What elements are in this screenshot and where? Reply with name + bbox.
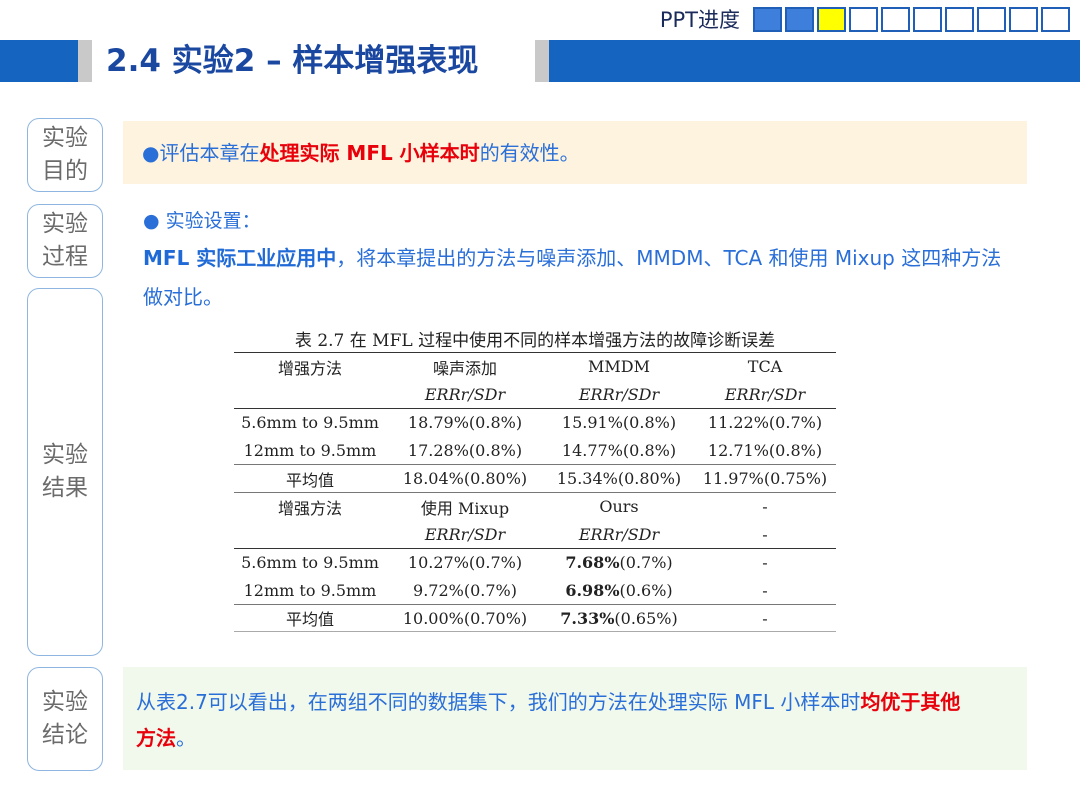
conclusion-text-end: 。	[176, 726, 196, 750]
table-cell-sd: (0.6%)	[619, 580, 673, 600]
table-metric-row: ERRr/SDr ERRr/SDr -	[234, 520, 836, 548]
table-cell: 15.91%(0.8%)	[561, 413, 677, 432]
table-cell: 9.72%(0.7%)	[413, 580, 517, 600]
conclusion-text: 从表2.7可以看出，在两组不同的数据集下，我们的方法在处理实际 MFL 小样本时	[136, 690, 861, 714]
purpose-text-pre: 评估本章在	[159, 141, 260, 165]
table-cell: 18.04%(0.80%)	[402, 469, 528, 488]
progress-box	[977, 6, 1006, 32]
table-cell-best: 6.98%	[565, 580, 620, 600]
table-metric-row: ERRr/SDr ERRr/SDr ERRr/SDr	[234, 380, 836, 408]
table-header-cell: 噪声添加	[432, 358, 497, 378]
table-caption: 表 2.7 在 MFL 过程中使用不同的样本增强方法的故障诊断误差	[294, 331, 776, 351]
table-metric-cell: ERRr/SDr	[424, 524, 506, 544]
table-header-cell: Ours	[599, 497, 639, 516]
conclusion-text-bold: 方法	[136, 726, 176, 750]
table-cell: 5.6mm to 9.5mm	[241, 553, 379, 572]
section-label-results: 实验结果	[27, 288, 103, 656]
table-cell-sd: (0.7%)	[619, 553, 673, 572]
table-row: 12mm to 9.5mm 9.72%(0.7%) 6.98%(0.6%) -	[234, 576, 836, 604]
purpose-text-post: 的有效性。	[479, 141, 580, 165]
table-header-cell: 增强方法	[277, 358, 342, 378]
table-cell: 10.27%(0.7%)	[407, 553, 523, 572]
process-line-bold: MFL 实际工业应用中	[143, 246, 337, 270]
table-cell: 10.00%(0.70%)	[402, 608, 528, 628]
conclusion-text-bold: 均优于其他	[860, 690, 961, 714]
progress-box	[817, 6, 846, 32]
section-label-text: 实验结果	[42, 442, 88, 501]
table-cell: 11.97%(0.75%)	[702, 469, 828, 488]
table-cell: 15.34%(0.80%)	[556, 469, 682, 488]
table-row: 平均值 18.04%(0.80%) 15.34%(0.80%) 11.97%(0…	[234, 464, 836, 492]
table-header-row: 增强方法 使用 Mixup Ours -	[234, 492, 836, 520]
table-metric-cell: ERRr/SDr	[578, 384, 660, 404]
progress-label: PPT进度	[659, 8, 740, 32]
page-title: 2.4 实验2 – 样本增强表现	[106, 43, 479, 79]
table-row: 平均值 10.00%(0.70%) 7.33%(0.65%) -	[234, 604, 836, 632]
progress-box	[785, 6, 814, 32]
section-label-conclusion: 实验结论	[27, 667, 103, 771]
table-cell: 12.71%(0.8%)	[707, 440, 823, 460]
table-cell: -	[762, 553, 768, 572]
progress-box	[849, 6, 878, 32]
progress-box	[1041, 6, 1070, 32]
section-label-text: 实验过程	[42, 211, 88, 270]
table-metric-cell: -	[762, 524, 768, 544]
table-cell-best: 7.33%	[560, 608, 615, 628]
process-line-rest: ，将本章提出的方法与噪声添加、MMDM、TCA 和使用 Mixup 这四种方法	[336, 246, 1002, 270]
table-metric-cell: ERRr/SDr	[424, 384, 506, 404]
section-label-purpose: 实验目的	[27, 118, 103, 192]
table-row: 5.6mm to 9.5mm 10.27%(0.7%) 7.68%(0.7%) …	[234, 548, 836, 576]
table-cell: 平均值	[285, 470, 334, 490]
table-cell: 18.79%(0.8%)	[407, 413, 523, 432]
table-metric-cell: ERRr/SDr	[724, 384, 806, 404]
table-cell: 7.33%(0.65%)	[544, 609, 694, 628]
progress-box	[753, 6, 782, 32]
table-cell: 14.77%(0.8%)	[561, 440, 677, 460]
table-cell: -	[762, 608, 768, 628]
table-cell: 17.28%(0.8%)	[407, 440, 523, 460]
table-header-cell: 使用 Mixup	[420, 498, 510, 518]
section-label-text: 实验结论	[42, 689, 88, 748]
table-header-cell: 增强方法	[277, 498, 342, 518]
table-cell: 5.6mm to 9.5mm	[241, 413, 379, 432]
table-cell: -	[762, 580, 768, 600]
conclusion-panel	[123, 667, 1027, 770]
table-header-cell: TCA	[747, 357, 783, 376]
process-bullet: ● 实验设置：	[143, 210, 261, 232]
table-header-cell: -	[762, 497, 768, 516]
section-label-text: 实验目的	[42, 125, 88, 184]
process-line-2: 做对比。	[143, 285, 223, 309]
table-cell: 平均值	[285, 610, 334, 629]
process-line-1: MFL 实际工业应用中，将本章提出的方法与噪声添加、MMDM、TCA 和使用 M…	[143, 242, 1001, 271]
table-cell: 12mm to 9.5mm	[243, 440, 377, 460]
progress-box	[881, 6, 910, 32]
section-label-process: 实验过程	[27, 204, 103, 278]
table-row: 5.6mm to 9.5mm 18.79%(0.8%) 15.91%(0.8%)…	[234, 408, 836, 436]
table-header-row: 增强方法 噪声添加 MMDM TCA	[234, 352, 836, 380]
table-cell: 12mm to 9.5mm	[243, 580, 377, 600]
conclusion-line-2: 方法。	[136, 722, 196, 751]
progress-box	[913, 6, 942, 32]
table-cell-best: 7.68%	[565, 553, 620, 572]
title-accent-left	[78, 40, 92, 82]
title-accent-right	[535, 40, 549, 82]
table-header-cell: MMDM	[588, 357, 650, 376]
table-metric-cell: ERRr/SDr	[578, 524, 660, 544]
progress-boxes	[750, 6, 1070, 32]
table-cell: 6.98%(0.6%)	[544, 581, 694, 600]
progress-box	[1009, 6, 1038, 32]
conclusion-line-1: 从表2.7可以看出，在两组不同的数据集下，我们的方法在处理实际 MFL 小样本时…	[136, 686, 960, 715]
results-table: 增强方法 噪声添加 MMDM TCA ERRr/SDr ERRr/SDr ERR…	[234, 352, 836, 632]
purpose-text-bold: 处理实际 MFL 小样本时	[259, 141, 480, 165]
table-row: 12mm to 9.5mm 17.28%(0.8%) 14.77%(0.8%) …	[234, 436, 836, 464]
progress-box	[945, 6, 974, 32]
table-cell: 7.68%(0.7%)	[544, 553, 694, 572]
purpose-text: ●评估本章在处理实际 MFL 小样本时的有效性。	[142, 137, 580, 166]
purpose-bullet: ●	[142, 141, 160, 165]
table-cell: 11.22%(0.7%)	[707, 413, 823, 432]
ppt-progress: PPT进度	[660, 6, 1070, 32]
table-cell-sd: (0.65%)	[614, 608, 678, 628]
